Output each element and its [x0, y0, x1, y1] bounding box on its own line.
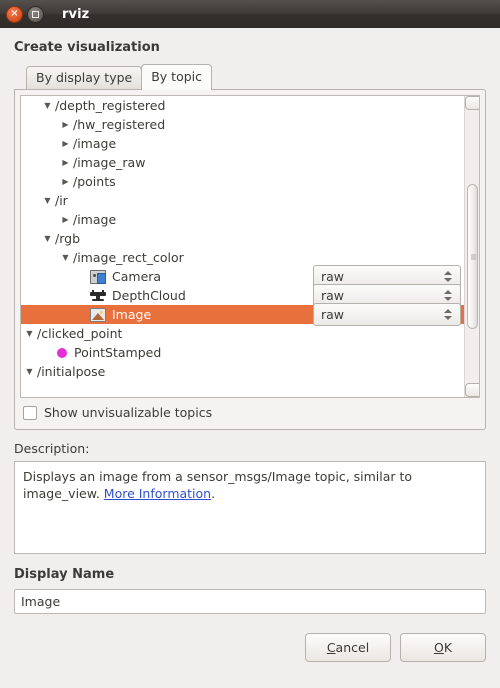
transport-combobox-value: raw — [321, 269, 345, 284]
transport-combobox[interactable]: raw — [313, 303, 461, 326]
description-text-suffix: . — [211, 486, 216, 501]
scroll-up-button[interactable] — [465, 96, 479, 110]
point-dot-icon — [57, 347, 67, 358]
expander-closed-icon[interactable]: ▶ — [59, 115, 72, 134]
tree-row-label: DepthCloud — [112, 288, 186, 303]
expander-open-icon[interactable]: ▼ — [41, 96, 54, 115]
show-unvisualizable-checkbox[interactable] — [23, 405, 37, 420]
tree-row-label: /points — [73, 174, 116, 189]
tab-by-topic[interactable]: By topic — [141, 64, 213, 90]
ok-button-mnemonic: O — [433, 640, 444, 655]
expander-open-icon[interactable]: ▼ — [41, 229, 54, 248]
combobox-spinner-icon[interactable] — [442, 287, 453, 304]
transport-combobox-value: raw — [321, 307, 345, 322]
tree-row[interactable]: PointStamped — [21, 343, 479, 362]
tree-row[interactable]: ▼/depth_registered — [21, 96, 479, 115]
scrollbar-thumb[interactable] — [467, 184, 478, 329]
more-information-link[interactable]: More Information — [104, 486, 211, 501]
tree-row[interactable]: ▶/points — [21, 172, 479, 191]
tree-row-label: /depth_registered — [55, 98, 166, 113]
expander-open-icon[interactable]: ▼ — [23, 324, 36, 343]
page-title: Create visualization — [14, 40, 160, 55]
depthcloud-icon — [90, 289, 106, 303]
tree-row-label: Camera — [112, 269, 162, 284]
close-icon: × — [10, 8, 19, 19]
transport-combobox-value: raw — [321, 288, 345, 303]
expander-closed-icon[interactable]: ▶ — [59, 134, 72, 153]
show-unvisualizable-label: Show unvisualizable topics — [44, 405, 213, 420]
description-label: Description: — [14, 441, 90, 456]
tree-row[interactable]: ▼/initialpose — [21, 362, 479, 381]
expander-open-icon[interactable]: ▼ — [23, 362, 36, 381]
tree-row-label: /image_raw — [73, 155, 146, 170]
expander-open-icon[interactable]: ▼ — [59, 248, 72, 267]
combobox-spinner-icon[interactable] — [442, 268, 453, 285]
window-titlebar: × rviz — [0, 0, 500, 28]
maximize-button[interactable] — [27, 5, 44, 23]
cancel-button-label: ancel — [335, 640, 370, 655]
camera-icon — [90, 269, 106, 284]
tree-row[interactable]: ▼/rgb — [21, 229, 479, 248]
tree-row-label: Image — [112, 307, 152, 322]
expander-closed-icon[interactable]: ▶ — [59, 172, 72, 191]
ok-button-label: K — [443, 640, 453, 655]
tab-bar: By display type By topic — [26, 64, 486, 90]
tree-vertical-scrollbar[interactable] — [464, 96, 479, 397]
scrollbar-grip-icon — [471, 254, 476, 259]
expander-open-icon[interactable]: ▼ — [41, 191, 54, 210]
display-name-input[interactable] — [14, 589, 486, 614]
tree-row-label: PointStamped — [74, 345, 162, 360]
expander-closed-icon[interactable]: ▶ — [59, 210, 72, 229]
tree-row-label: /rgb — [55, 231, 80, 246]
tree-row[interactable]: ▼/ir — [21, 191, 479, 210]
topic-browser-group: ▼/depth_registered ▶/hw_registered ▶/image… — [14, 89, 486, 430]
topic-tree-body[interactable]: ▼/depth_registered ▶/hw_registered ▶/image… — [21, 96, 479, 397]
tree-row[interactable]: ▶/image — [21, 210, 479, 229]
topic-tree[interactable]: ▼/depth_registered ▶/hw_registered ▶/image… — [20, 95, 480, 398]
tree-row-label: /ir — [55, 193, 68, 208]
scroll-down-button[interactable] — [465, 383, 479, 397]
expander-closed-icon[interactable]: ▶ — [59, 153, 72, 172]
tree-row-label: /hw_registered — [73, 117, 166, 132]
show-unvisualizable-row[interactable]: Show unvisualizable topics — [20, 405, 480, 420]
window-title: rviz — [62, 6, 90, 22]
tree-row[interactable]: ▶/image — [21, 134, 479, 153]
description-text: Displays an image from a sensor_msgs/Ima… — [23, 469, 413, 501]
ok-button[interactable]: OK — [400, 633, 486, 662]
tree-row-label: /image_rect_color — [73, 250, 184, 265]
maximize-icon — [32, 10, 39, 18]
close-button[interactable]: × — [6, 5, 23, 23]
cancel-button[interactable]: Cancel — [305, 633, 391, 662]
dialog-button-row: Cancel OK — [14, 633, 486, 662]
tree-row[interactable]: ▶/hw_registered — [21, 115, 479, 134]
tree-row[interactable]: ▼/clicked_point — [21, 324, 479, 343]
tree-row-label: /clicked_point — [37, 326, 123, 341]
image-icon — [90, 307, 106, 322]
dialog-body: Create visualization By display type By … — [0, 40, 500, 662]
display-name-label: Display Name — [14, 567, 115, 582]
tree-row-label: /image — [73, 136, 117, 151]
tab-by-display-type[interactable]: By display type — [26, 66, 143, 89]
tree-row[interactable]: ▶/image_raw — [21, 153, 479, 172]
tree-row-label: /initialpose — [37, 364, 106, 379]
tree-row-label: /image — [73, 212, 117, 227]
combobox-spinner-icon[interactable] — [442, 306, 453, 323]
description-box: Displays an image from a sensor_msgs/Ima… — [14, 461, 486, 554]
cancel-button-mnemonic: C — [326, 640, 336, 655]
